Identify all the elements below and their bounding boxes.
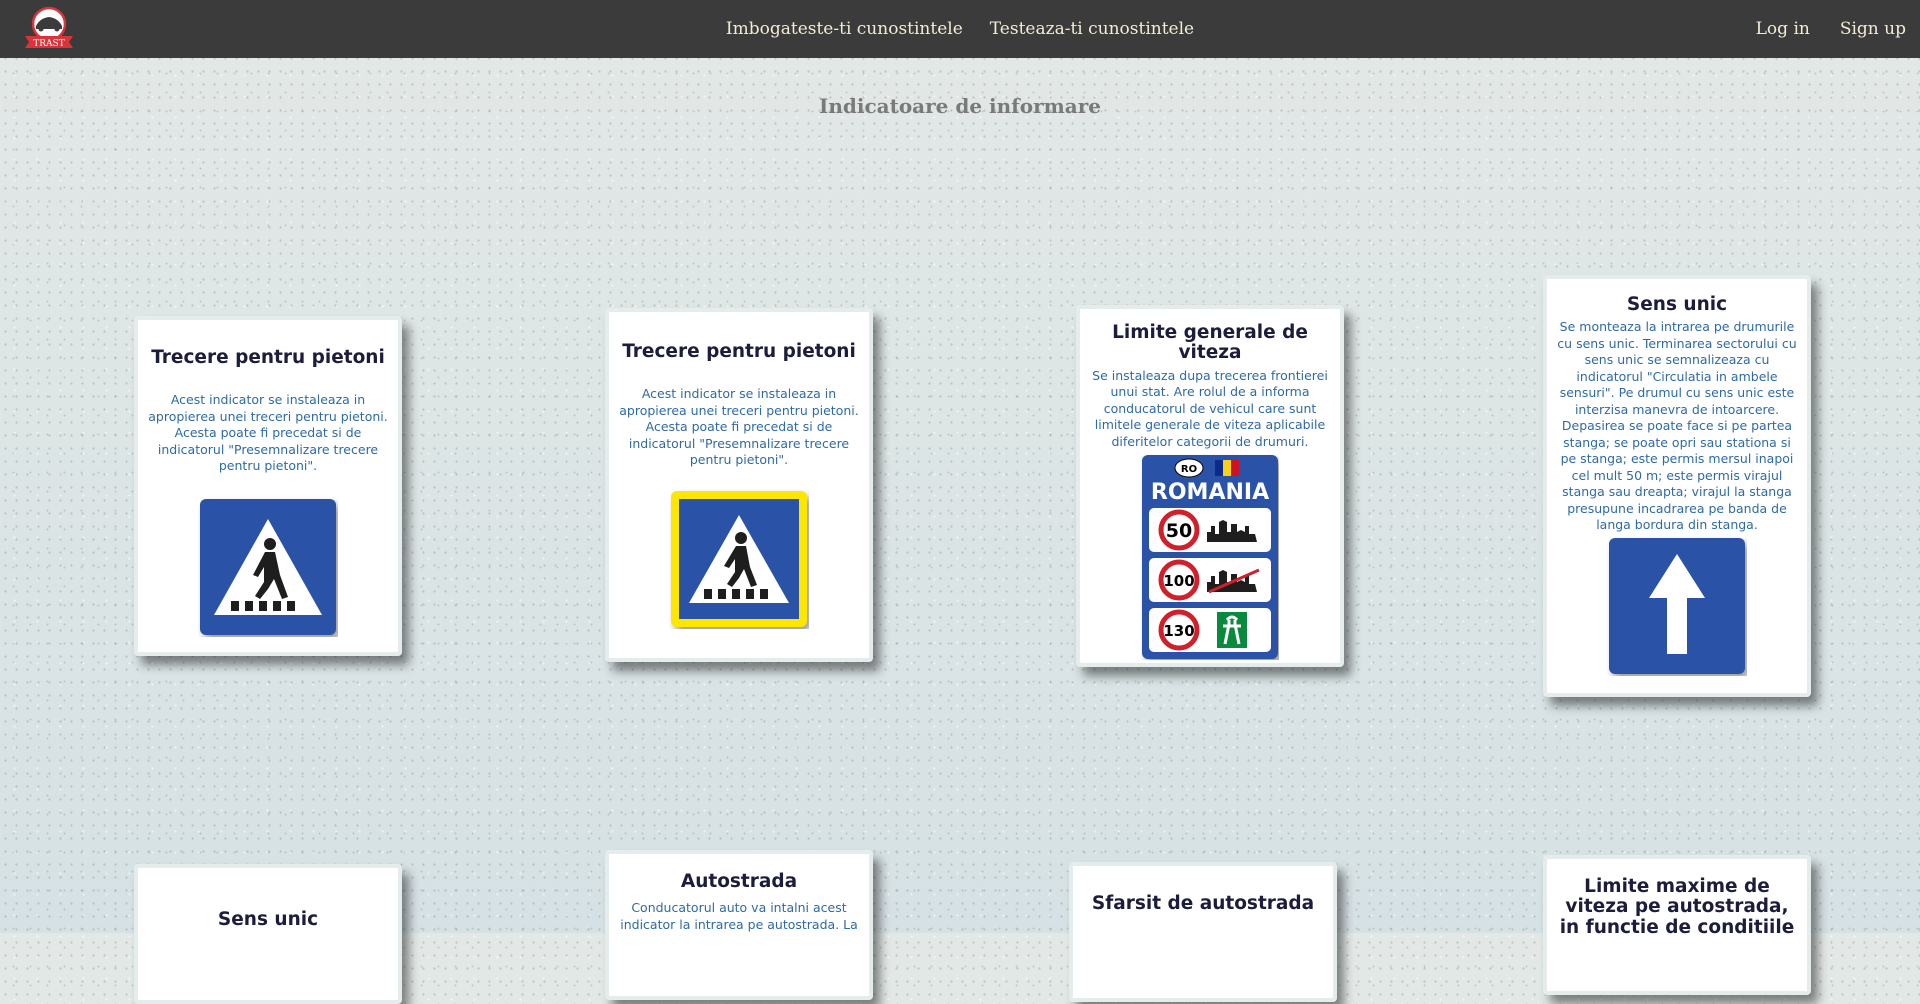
login-link[interactable]: Log in [1756, 19, 1810, 39]
card-description: Conducatorul auto va intalni acest indic… [620, 900, 858, 932]
svg-text:RO: RO [1181, 464, 1197, 475]
pedestrian-crossing-yellow-border-sign-icon [671, 490, 807, 627]
sign-card-pedestrian-crossing[interactable]: Trecere pentru pietoni Acest indicator s… [134, 316, 402, 656]
sign-card-general-speed-limits[interactable]: Limite generale de viteza Se instaleaza … [1076, 305, 1344, 667]
card-description: Acest indicator se instaleaza in apropie… [148, 392, 388, 474]
sign-card-one-way[interactable]: Sens unic Se monteaza la intrarea pe dru… [1543, 275, 1811, 697]
card-title: Sens unic [1626, 294, 1728, 315]
card-title: Trecere pentru pietoni [151, 347, 385, 368]
card-description: Se monteaza la intrarea pe drumurile cu … [1557, 319, 1797, 533]
nav-link-test[interactable]: Testeaza-ti cunostintele [990, 19, 1194, 39]
general-speed-limits-sign-icon: RO ROMANIA 50 100 130 [1142, 455, 1278, 660]
top-navbar: TRAST Imbogateste-ti cunostintele Testea… [0, 0, 1920, 58]
card-title: Sfarsit de autostrada [1091, 893, 1315, 914]
svg-text:100: 100 [1163, 572, 1194, 590]
card-title: Trecere pentru pietoni [622, 341, 856, 362]
card-description: Acest indicator se instaleaza in apropie… [619, 386, 859, 468]
sign-card-one-way-2[interactable]: Sens unic [134, 864, 402, 1004]
svg-text:TRAST: TRAST [33, 39, 64, 49]
svg-text:ROMANIA: ROMANIA [1151, 480, 1269, 505]
nav-link-learn[interactable]: Imbogateste-ti cunostintele [726, 19, 963, 39]
sign-card-motorway-end[interactable]: Sfarsit de autostrada [1069, 862, 1337, 1002]
card-title: Limite generale de viteza [1112, 322, 1308, 364]
signup-link[interactable]: Sign up [1840, 19, 1906, 39]
sign-card-pedestrian-crossing-yellow[interactable]: Trecere pentru pietoni Acest indicator s… [605, 308, 873, 662]
auth-links: Log in Sign up [1756, 0, 1906, 58]
sign-card-motorway-max-speed[interactable]: Limite maxime de viteza pe autostrada, i… [1543, 855, 1811, 995]
svg-text:50: 50 [1166, 520, 1192, 542]
card-description: Se instaleaza dupa trecerea frontierei u… [1092, 367, 1328, 449]
card-title: Sens unic [217, 909, 319, 930]
trast-logo[interactable]: TRAST [22, 6, 76, 50]
card-title: Limite maxime de viteza pe autostrada, i… [1559, 876, 1795, 938]
card-title: Autostrada [680, 871, 798, 892]
main-nav: Imbogateste-ti cunostintele Testeaza-ti … [0, 0, 1920, 58]
sign-card-motorway[interactable]: Autostrada Conducatorul auto va intalni … [605, 850, 873, 1000]
page-title: Indicatoare de informare [818, 94, 1102, 118]
svg-text:130: 130 [1163, 622, 1194, 640]
one-way-arrow-sign-icon [1609, 537, 1745, 674]
pedestrian-crossing-sign-icon [200, 498, 336, 635]
